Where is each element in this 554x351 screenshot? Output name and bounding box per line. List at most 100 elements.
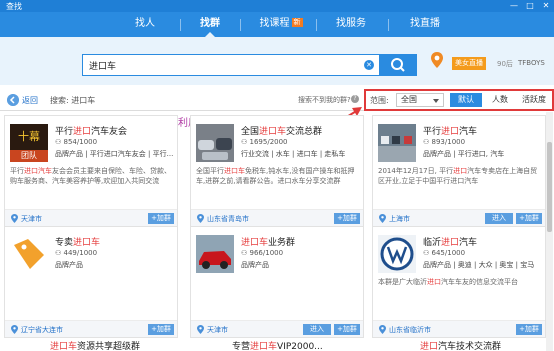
- tab-find-groups[interactable]: 找群: [185, 12, 235, 37]
- group-name[interactable]: 平行进口汽车友会: [55, 124, 127, 137]
- member-count: ⚇ 645/1000: [423, 249, 466, 257]
- group-name[interactable]: 全国进口车交流总群: [241, 124, 322, 137]
- not-found-link[interactable]: 搜索不到我的群?: [298, 95, 351, 105]
- card-footer: 辽宁省大连市 +加群: [5, 320, 177, 337]
- group-card[interactable]: 全国进口车交流总群 ⚇ 1695/2000 行业交流 | 水车 | 进口车 | 走私…: [190, 115, 364, 227]
- location-icon: [197, 325, 204, 334]
- scroll-thumb[interactable]: [547, 142, 552, 232]
- tab-find-people[interactable]: 找人: [120, 12, 170, 37]
- group-description: 平行进口汽车友会会员主要来自保险、车险、贷款、购车服务商、汽车美容养护等,欢迎加…: [10, 167, 171, 185]
- member-count: ⚇ 893/1000: [423, 138, 466, 146]
- group-tags: 品牌产品 | 平行进口汽车友会 | 平行...: [55, 150, 174, 158]
- group-description: [10, 277, 175, 307]
- member-count: ⚇ 966/1000: [241, 249, 284, 257]
- card-footer: 上海市 进入 +加群: [373, 209, 545, 226]
- search-crumb: 搜索: 进口车: [50, 96, 96, 105]
- group-tags: 品牌产品: [241, 261, 269, 269]
- group-name[interactable]: 专卖进口车: [55, 235, 100, 248]
- group-name-partial[interactable]: 进口车资源共享超级群: [50, 339, 140, 351]
- join-group-button[interactable]: +加群: [516, 324, 542, 335]
- main-nav: 找人 找群 找课程新 找服务 找直播: [0, 12, 554, 37]
- group-avatar: [196, 235, 234, 273]
- tab-find-services[interactable]: 找服务: [318, 12, 384, 37]
- group-tags: 行业交流 | 水车 | 进口车 | 走私车: [241, 150, 346, 158]
- group-avatar: [10, 235, 48, 273]
- card-footer: 山东省临沂市 +加群: [373, 320, 545, 337]
- svg-text:十幕: 十幕: [18, 129, 40, 143]
- maximize-button[interactable]: □: [522, 0, 538, 12]
- member-count: ⚇ 1695/2000: [241, 138, 288, 146]
- location-icon: [379, 214, 386, 223]
- back-link[interactable]: 返回: [22, 95, 38, 106]
- sort-default[interactable]: 默认: [450, 93, 482, 107]
- title-bar: 查找 — □ ✕: [0, 0, 554, 12]
- back-arrow-icon[interactable]: [7, 94, 19, 106]
- help-icon[interactable]: ?: [351, 95, 359, 103]
- group-avatar: 十幕团队: [10, 124, 48, 162]
- sort-activity[interactable]: 活跃度: [517, 93, 551, 107]
- chevron-down-icon: [433, 99, 439, 103]
- minimize-button[interactable]: —: [506, 0, 522, 12]
- group-card[interactable]: 临沂进口汽车 ⚇ 645/1000 品牌产品 | 奥迪 | 大众 | 奥宝 | 宝马…: [372, 226, 546, 338]
- location-icon: [11, 325, 18, 334]
- group-location: 上海市: [389, 215, 410, 223]
- group-name[interactable]: 临沂进口汽车: [423, 235, 477, 248]
- enter-button[interactable]: 进入: [485, 213, 513, 224]
- location-icon: [11, 214, 18, 223]
- group-location: 辽宁省大连市: [21, 326, 63, 334]
- search-input[interactable]: [89, 55, 359, 75]
- join-group-button[interactable]: +加群: [334, 213, 360, 224]
- search-button[interactable]: [380, 54, 417, 76]
- group-name[interactable]: 进口车业务群: [241, 235, 295, 248]
- group-tags: 品牌产品 | 平行进口, 汽车: [423, 150, 505, 158]
- sort-members[interactable]: 人数: [486, 93, 514, 107]
- join-group-button[interactable]: +加群: [334, 324, 360, 335]
- new-badge: 新: [291, 18, 303, 27]
- group-card[interactable]: 十幕 团队 平行进口汽车友会 ⚇ 854/1000 品牌产品 | 平行进口汽车友会 | …: [4, 115, 178, 227]
- group-name-partial[interactable]: 专营进口车VIP2000...: [232, 339, 323, 351]
- group-name[interactable]: 平行进口汽车: [423, 124, 477, 137]
- group-description: 2014年12月17日, 平行进口汽车专卖店在上海自贸区开业,立足于中国平行进口…: [378, 167, 538, 185]
- group-description: 全国平行进口车免税车,钝水车,没有国产操车和抵押车,进群之前,请看群公告。进口水…: [196, 167, 355, 185]
- tab-find-courses[interactable]: 找课程新: [246, 12, 316, 37]
- member-count: ⚇ 854/1000: [55, 138, 98, 146]
- group-location: 天津市: [21, 215, 42, 223]
- group-avatar: [378, 124, 416, 162]
- group-card[interactable]: 平行进口汽车 ⚇ 893/1000 品牌产品 | 平行进口, 汽车 2014年12月1…: [372, 115, 546, 227]
- search-area: ✕ 美女直播 90后 TFBOYS: [0, 37, 554, 85]
- user-name[interactable]: TFBOYS: [518, 59, 545, 67]
- group-description: 本群是广大临沂进口汽车车友的信息交流平台: [378, 278, 518, 286]
- location-icon: [379, 325, 386, 334]
- live-badge[interactable]: 美女直播: [452, 57, 486, 70]
- group-avatar: [196, 124, 234, 162]
- window-title: 查找: [6, 2, 22, 11]
- user-level: 90后: [497, 60, 513, 68]
- location-pin-icon[interactable]: [430, 51, 444, 69]
- range-select[interactable]: 全国: [396, 93, 444, 107]
- join-group-button[interactable]: +加群: [148, 213, 174, 224]
- card-footer: 天津市 进入 +加群: [191, 320, 363, 337]
- group-location: 山东省青岛市: [207, 215, 249, 223]
- member-count: ⚇ 449/1000: [55, 249, 98, 257]
- group-avatar: [378, 235, 416, 273]
- scrollbar[interactable]: [546, 112, 553, 351]
- location-icon: [197, 214, 204, 223]
- card-footer: 天津市 +加群: [5, 209, 177, 226]
- join-group-button[interactable]: +加群: [516, 213, 542, 224]
- group-card[interactable]: 专卖进口车 ⚇ 449/1000 品牌产品辽宁省大连市 +加群: [4, 226, 178, 338]
- svg-text:团队: 团队: [21, 150, 37, 160]
- sort-controls: 范围: 全国 默认 人数 活跃度: [364, 89, 554, 111]
- group-name-partial[interactable]: 进口汽车技术交流群: [420, 339, 501, 351]
- group-card[interactable]: 进口车业务群 ⚇ 966/1000 品牌产品天津市 进入 +加群: [190, 226, 364, 338]
- clear-search-button[interactable]: ✕: [364, 60, 374, 70]
- group-tags: 品牌产品 | 奥迪 | 大众 | 奥宝 | 宝马: [423, 261, 535, 269]
- search-box: ✕: [82, 54, 380, 76]
- card-footer: 山东省青岛市 +加群: [191, 209, 363, 226]
- join-group-button[interactable]: +加群: [148, 324, 174, 335]
- close-button[interactable]: ✕: [538, 0, 554, 12]
- enter-button[interactable]: 进入: [303, 324, 331, 335]
- group-description: [196, 277, 361, 307]
- group-location: 天津市: [207, 326, 228, 334]
- group-tags: 品牌产品: [55, 261, 83, 269]
- tab-find-live[interactable]: 找直播: [392, 12, 458, 37]
